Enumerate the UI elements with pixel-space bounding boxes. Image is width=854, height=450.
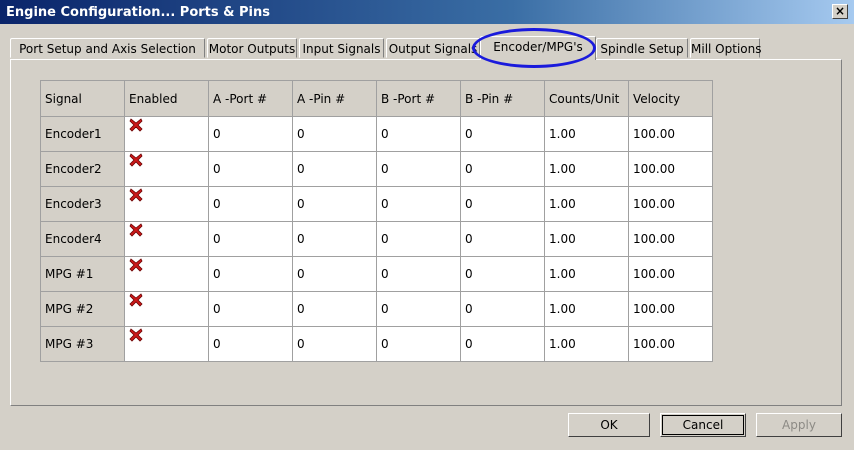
cell-velocity[interactable]: 100.00 [628,256,713,292]
cell-a-port[interactable]: 0 [208,221,293,257]
cell-b-port[interactable]: 0 [376,151,461,187]
cell-b-port[interactable]: 0 [376,221,461,257]
cell-a-pin[interactable]: 0 [292,186,377,222]
cell-a-port[interactable]: 0 [208,291,293,327]
tab-encoder-mpgs[interactable]: Encoder/MPG's [480,36,596,60]
cell-b-pin[interactable]: 0 [460,151,545,187]
col-header-counts-unit[interactable]: Counts/Unit [544,80,629,117]
window-title: Engine Configuration... Ports & Pins [6,5,270,20]
red-x-icon[interactable] [129,152,143,167]
red-x-icon[interactable] [129,292,143,307]
cell-b-pin[interactable]: 0 [460,186,545,222]
close-icon: × [834,4,846,18]
grid-header-row: Signal Enabled A -Port # A -Pin # B -Por… [40,80,713,117]
table-row: Encoder1 0 0 0 0 1.00 100.00 [40,116,713,152]
col-header-signal[interactable]: Signal [40,80,125,117]
tab-output-signals[interactable]: Output Signals [386,38,480,58]
table-row: Encoder4 0 0 0 0 1.00 100.00 [40,221,713,257]
cell-velocity[interactable]: 100.00 [628,326,713,362]
cell-counts-unit[interactable]: 1.00 [544,256,629,292]
tab-spindle-setup[interactable]: Spindle Setup [596,38,688,58]
col-header-a-port[interactable]: A -Port # [208,80,293,117]
cell-a-port[interactable]: 0 [208,256,293,292]
enabled-cell[interactable] [124,151,209,187]
cell-b-pin[interactable]: 0 [460,116,545,152]
ok-button[interactable]: OK [568,413,650,437]
cell-a-pin[interactable]: 0 [292,256,377,292]
cell-b-pin[interactable]: 0 [460,326,545,362]
cell-counts-unit[interactable]: 1.00 [544,186,629,222]
red-x-icon[interactable] [129,257,143,272]
tab-port-setup[interactable]: Port Setup and Axis Selection [10,38,205,58]
table-row: MPG #3 0 0 0 0 1.00 100.00 [40,326,713,362]
cell-counts-unit[interactable]: 1.00 [544,151,629,187]
cell-b-port[interactable]: 0 [376,116,461,152]
row-signal-label[interactable]: Encoder4 [40,221,125,257]
cell-velocity[interactable]: 100.00 [628,221,713,257]
apply-button[interactable]: Apply [756,413,842,437]
red-x-icon[interactable] [129,222,143,237]
cell-a-pin[interactable]: 0 [292,326,377,362]
cell-b-port[interactable]: 0 [376,291,461,327]
cell-a-pin[interactable]: 0 [292,116,377,152]
enabled-cell[interactable] [124,186,209,222]
cell-a-port[interactable]: 0 [208,151,293,187]
cell-a-port[interactable]: 0 [208,326,293,362]
tab-input-signals[interactable]: Input Signals [299,38,384,58]
col-header-b-pin[interactable]: B -Pin # [460,80,545,117]
enabled-cell[interactable] [124,116,209,152]
col-header-b-port[interactable]: B -Port # [376,80,461,117]
row-signal-label[interactable]: MPG #2 [40,291,125,327]
cell-a-port[interactable]: 0 [208,116,293,152]
enabled-cell[interactable] [124,221,209,257]
red-x-icon[interactable] [129,117,143,132]
cell-counts-unit[interactable]: 1.00 [544,326,629,362]
close-button[interactable]: × [832,4,848,19]
cell-a-port[interactable]: 0 [208,186,293,222]
cell-a-pin[interactable]: 0 [292,291,377,327]
row-signal-label[interactable]: MPG #1 [40,256,125,292]
title-bar: Engine Configuration... Ports & Pins × [0,0,854,24]
table-row: MPG #1 0 0 0 0 1.00 100.00 [40,256,713,292]
row-signal-label[interactable]: Encoder1 [40,116,125,152]
cancel-button[interactable]: Cancel [660,413,746,437]
enabled-cell[interactable] [124,256,209,292]
cell-b-port[interactable]: 0 [376,326,461,362]
cell-velocity[interactable]: 100.00 [628,116,713,152]
cell-a-pin[interactable]: 0 [292,151,377,187]
cell-velocity[interactable]: 100.00 [628,291,713,327]
cell-counts-unit[interactable]: 1.00 [544,221,629,257]
cell-b-pin[interactable]: 0 [460,221,545,257]
red-x-icon[interactable] [129,327,143,342]
table-row: MPG #2 0 0 0 0 1.00 100.00 [40,291,713,327]
cell-b-pin[interactable]: 0 [460,256,545,292]
enabled-cell[interactable] [124,291,209,327]
table-row: Encoder3 0 0 0 0 1.00 100.00 [40,186,713,222]
row-signal-label[interactable]: Encoder3 [40,186,125,222]
cell-a-pin[interactable]: 0 [292,221,377,257]
cell-b-port[interactable]: 0 [376,186,461,222]
col-header-a-pin[interactable]: A -Pin # [292,80,377,117]
table-row: Encoder2 0 0 0 0 1.00 100.00 [40,151,713,187]
red-x-icon[interactable] [129,187,143,202]
cell-b-port[interactable]: 0 [376,256,461,292]
cell-velocity[interactable]: 100.00 [628,151,713,187]
row-signal-label[interactable]: Encoder2 [40,151,125,187]
encoder-grid: Signal Enabled A -Port # A -Pin # B -Por… [40,80,713,362]
row-signal-label[interactable]: MPG #3 [40,326,125,362]
cell-counts-unit[interactable]: 1.00 [544,116,629,152]
cell-velocity[interactable]: 100.00 [628,186,713,222]
tab-mill-options[interactable]: Mill Options [690,38,761,58]
col-header-velocity[interactable]: Velocity [628,80,713,117]
cell-counts-unit[interactable]: 1.00 [544,291,629,327]
tab-motor-outputs[interactable]: Motor Outputs [207,38,297,58]
col-header-enabled[interactable]: Enabled [124,80,209,117]
enabled-cell[interactable] [124,326,209,362]
cell-b-pin[interactable]: 0 [460,291,545,327]
